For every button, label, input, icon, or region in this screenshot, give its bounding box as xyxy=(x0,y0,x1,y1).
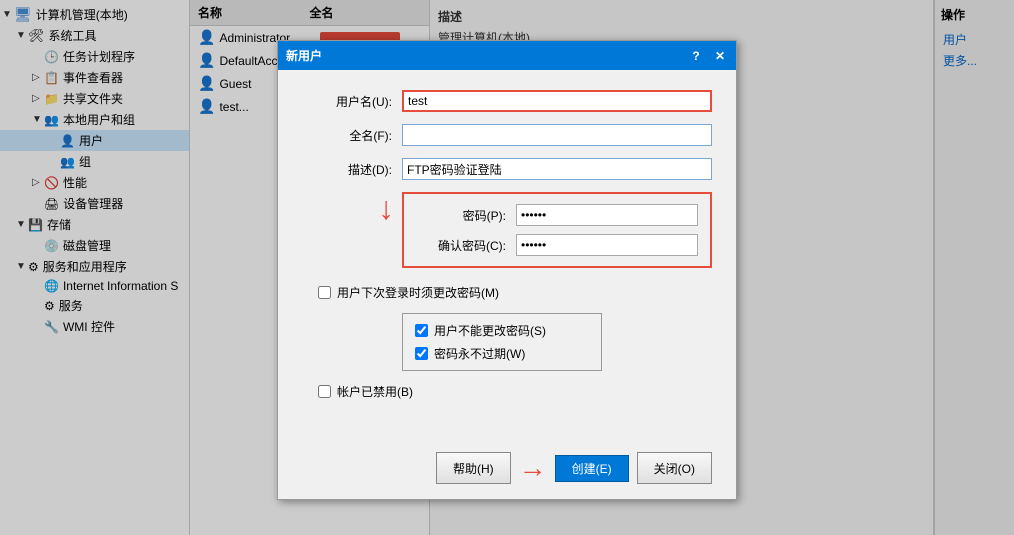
dialog-overlay: 新用户 ? ✕ 用户名(U): 全名(F): 描述(D): xyxy=(0,0,1014,535)
never-expires-label: 密码永不过期(W) xyxy=(434,345,525,362)
dialog-titlebar: 新用户 ? ✕ xyxy=(278,41,736,70)
never-expires-checkbox[interactable] xyxy=(415,347,428,360)
fullname-label: 全名(F): xyxy=(302,127,392,144)
password-group: 密码(P): 确认密码(C): xyxy=(402,192,712,268)
dialog-close-btn[interactable]: ✕ xyxy=(712,48,728,64)
disabled-checkbox[interactable] xyxy=(318,385,331,398)
desc-input[interactable] xyxy=(402,158,712,180)
fullname-row: 全名(F): xyxy=(302,124,712,146)
dialog-footer: 帮助(H) → 创建(E) 关闭(O) xyxy=(278,440,736,496)
create-button[interactable]: 创建(E) xyxy=(555,455,629,482)
username-input[interactable] xyxy=(402,90,712,112)
dialog-help-btn[interactable]: ? xyxy=(688,48,704,64)
cannot-change-row: 用户不能更改密码(S) xyxy=(415,322,589,339)
must-change-label: 用户下次登录时须更改密码(M) xyxy=(337,284,499,301)
confirm-row: 确认密码(C): xyxy=(416,234,698,256)
help-button[interactable]: 帮助(H) xyxy=(436,452,511,484)
confirm-label: 确认密码(C): xyxy=(416,237,506,254)
close-button[interactable]: 关闭(O) xyxy=(637,452,712,484)
never-expires-row: 密码永不过期(W) xyxy=(415,345,589,362)
new-user-dialog: 新用户 ? ✕ 用户名(U): 全名(F): 描述(D): xyxy=(277,40,737,500)
cannot-change-label: 用户不能更改密码(S) xyxy=(434,322,546,339)
username-label: 用户名(U): xyxy=(302,93,392,110)
must-change-checkbox[interactable] xyxy=(318,286,331,299)
password-input[interactable] xyxy=(516,204,698,226)
arrow-container: ↓ xyxy=(302,192,402,224)
fullname-input[interactable] xyxy=(402,124,712,146)
disabled-row: 帐户已禁用(B) xyxy=(302,383,712,400)
checkbox-group: 用户不能更改密码(S) 密码永不过期(W) xyxy=(402,313,602,371)
down-arrow-icon: ↓ xyxy=(378,192,394,224)
disabled-label: 帐户已禁用(B) xyxy=(337,383,413,400)
dialog-title: 新用户 xyxy=(286,47,688,64)
password-label: 密码(P): xyxy=(416,207,506,224)
dialog-body: 用户名(U): 全名(F): 描述(D): ↓ xyxy=(278,70,736,432)
must-change-row: 用户下次登录时须更改密码(M) xyxy=(302,284,712,301)
desc-row: 描述(D): xyxy=(302,158,712,180)
desc-field-label: 描述(D): xyxy=(302,161,392,178)
arrow-section: ↓ 密码(P): 确认密码(C): xyxy=(302,192,712,280)
password-row: 密码(P): xyxy=(416,204,698,226)
dialog-controls: ? ✕ xyxy=(688,48,728,64)
cannot-change-checkbox[interactable] xyxy=(415,324,428,337)
confirm-input[interactable] xyxy=(516,234,698,256)
create-arrow-icon: → xyxy=(519,452,547,484)
create-section: → 创建(E) xyxy=(519,452,629,484)
username-row: 用户名(U): xyxy=(302,90,712,112)
